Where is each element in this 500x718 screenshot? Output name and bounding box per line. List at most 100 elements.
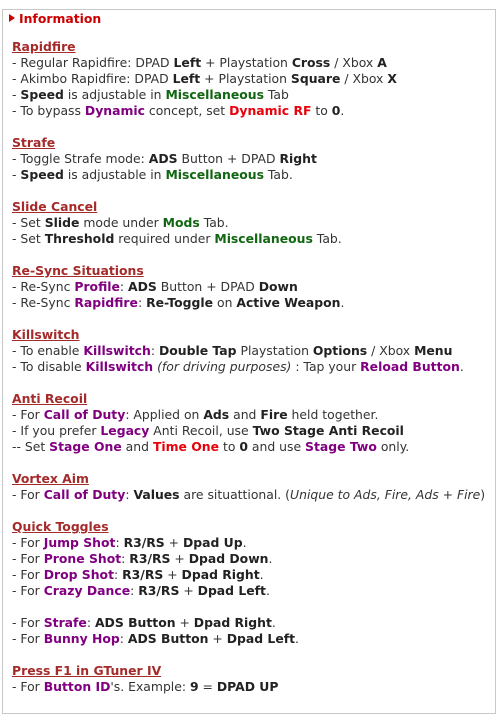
section-title: Slide Cancel [12,199,98,214]
highlight-segment: Dpad Left [226,631,296,646]
text-segment: held together. [287,407,379,422]
info-line: - For Crazy Dance: R3/RS + Dpad Left. [12,583,492,599]
highlight-segment: Unique to Ads, Fire, Ads + Fire [290,487,481,502]
highlight-segment: Speed [20,87,64,102]
highlight-segment: (for driving purposes) [157,359,292,374]
text-segment: Playstation [236,343,313,358]
info-line: - For Bunny Hop: ADS Button + Dpad Left. [12,631,492,647]
highlight-segment: Crazy Dance [43,583,131,598]
highlight-segment: Miscellaneous [165,167,264,182]
info-line: - Re-Sync Rapidfire: Re-Toggle on Active… [12,295,492,311]
text-segment: : [86,615,95,630]
info-line: - Re-Sync Profile: ADS Button + DPAD Dow… [12,279,492,295]
section-title: Press F1 in GTuner IV [12,663,162,678]
info-line: - For Strafe: ADS Button + Dpad Right. [12,615,492,631]
highlight-segment: Miscellaneous [214,231,313,246]
text-segment: required under [114,231,215,246]
info-line: - To enable Killswitch: Double Tap Plays… [12,343,492,359]
text-segment: . [340,103,345,118]
text-segment: / Xbox [340,71,388,86]
text-segment: . [242,535,247,550]
panel-legend: Information [7,11,106,27]
highlight-segment: Right [279,151,317,166]
highlight-segment: Drop Shot [43,567,114,582]
info-line: - To disable Killswitch (for driving pur… [12,359,492,375]
highlight-segment: Dpad Right [181,567,260,582]
info-line: - Toggle Strafe mode: ADS Button + DPAD … [12,151,492,167]
text-segment: Button + DPAD [156,279,259,294]
section-re-sync-situations: Re-Sync Situations - Re-Sync Profile: ADS… [12,263,492,311]
text-segment: + Playstation [200,71,291,86]
highlight-segment: DPAD UP [216,679,279,694]
text-segment: + [164,535,183,550]
highlight-segment: Rapidfire [74,295,138,310]
info-line: - Set Slide mode under Mods Tab. [12,215,492,231]
info-line: - Akimbo Rapidfire: DPAD Left + Playstat… [12,71,492,87]
info-line: -- Set Stage One and Time One to 0 and u… [12,439,492,455]
text-segment: Tab. [199,215,229,230]
text-segment: - For [12,551,44,566]
section-killswitch: Killswitch - To enable Killswitch: Double… [12,327,492,375]
info-line: - For Button ID's. Example: 9 = DPAD UP [12,679,492,695]
information-content: Rapidfire - Regular Rapidfire: DPAD Left … [12,39,492,695]
section-title: Anti Recoil [12,391,88,406]
text-segment: Tab. [263,167,293,182]
text-segment: + Playstation [201,55,292,70]
section-title: Quick Toggles [12,519,109,534]
text-segment: Anti Recoil, use [149,423,253,438]
highlight-segment: Profile [74,279,120,294]
highlight-segment: Dynamic [84,103,145,118]
text-segment: / Xbox [367,343,415,358]
highlight-segment: Left [173,55,202,70]
text-segment: Button + DPAD [177,151,280,166]
highlight-segment: 0 [239,439,248,454]
text-segment: . [268,551,273,566]
highlight-segment: Bunny Hop [43,631,120,646]
section-title: Re-Sync Situations [12,263,144,278]
text-segment: - For [12,583,44,598]
text-segment: + [208,631,227,646]
text-segment: + [170,551,189,566]
highlight-segment: X [387,71,397,86]
text-segment: ) [480,487,486,502]
text-segment: - If you prefer [12,423,101,438]
text-segment: = [198,679,217,694]
text-segment: are situattional. ( [179,487,291,502]
text-segment: - Re-Sync [12,295,75,310]
text-segment: : Tap your [291,359,361,374]
section-anti-recoil: Anti Recoil - For Call of Duty: Applied o… [12,391,492,455]
highlight-segment: ADS Button [94,615,176,630]
section-press-f1-in-gtuner-iv: Press F1 in GTuner IV - For Button ID's. … [12,663,492,695]
text-segment: 's. Example: [110,679,190,694]
highlight-segment: Time One [152,439,220,454]
text-segment: - For [12,679,44,694]
highlight-segment: Left [172,71,201,86]
highlight-segment: R3/RS [138,583,180,598]
text-segment: Tab [263,87,289,102]
text-segment: - To enable [12,343,84,358]
text-segment: to [219,439,240,454]
highlight-segment: Fire [260,407,288,422]
info-line: - Speed is adjustable in Miscellaneous T… [12,167,492,183]
info-line: - For Prone Shot: R3/RS + Dpad Down. [12,551,492,567]
text-segment: mode under [79,215,163,230]
text-segment: : [115,535,124,550]
text-segment: and [121,439,153,454]
text-segment: - Set [12,231,45,246]
highlight-segment: ADS [148,151,178,166]
highlight-segment: ADS [128,279,157,294]
highlight-segment: Call of Duty [43,487,126,502]
text-segment: : Applied on [125,407,204,422]
text-segment: on [213,295,237,310]
info-line: - For Call of Duty: Applied on Ads and F… [12,407,492,423]
text-segment: + [179,583,198,598]
highlight-segment: Stage One [49,439,122,454]
highlight-segment: Killswitch [83,343,151,358]
text-segment: to [311,103,332,118]
text-segment: / Xbox [330,55,378,70]
text-segment: . [265,583,270,598]
text-segment: - For [12,487,44,502]
highlight-segment: Killswitch [85,359,154,374]
info-line: - For Drop Shot: R3/RS + Dpad Right. [12,567,492,583]
